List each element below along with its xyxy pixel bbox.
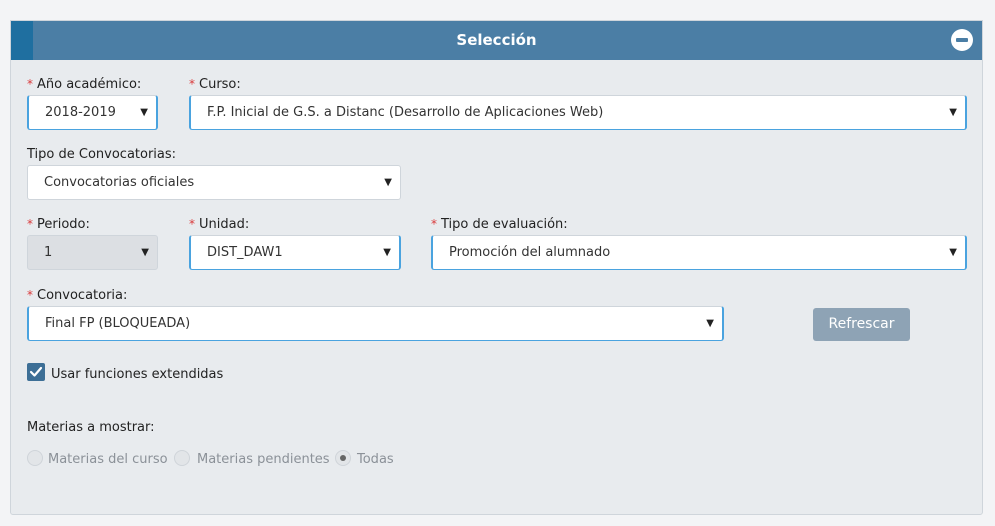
required-marker: * xyxy=(189,77,195,91)
chevron-down-icon: ▼ xyxy=(949,247,957,258)
check-icon xyxy=(29,366,43,377)
panel-title: Selección xyxy=(456,31,537,49)
anio-select[interactable]: 2018-2019 ▼ xyxy=(27,95,158,130)
unidad-value: DIST_DAW1 xyxy=(207,245,283,260)
curso-label: * Curso: xyxy=(189,77,241,92)
periodo-value: 1 xyxy=(44,245,53,260)
radio-materias-curso-label: Materias del curso xyxy=(48,452,168,467)
extended-functions-checkbox[interactable] xyxy=(27,363,45,381)
chevron-down-icon: ▼ xyxy=(141,247,149,258)
curso-value: F.P. Inicial de G.S. a Distanc (Desarrol… xyxy=(207,105,604,120)
required-marker: * xyxy=(27,217,33,231)
curso-select[interactable]: F.P. Inicial de G.S. a Distanc (Desarrol… xyxy=(189,95,967,130)
radio-todas[interactable] xyxy=(335,450,351,466)
radio-materias-pendientes-label: Materias pendientes xyxy=(197,452,330,467)
convocatoria-value: Final FP (BLOQUEADA) xyxy=(45,316,191,331)
radio-todas-label: Todas xyxy=(357,452,394,467)
tipo-convocatorias-label-text: Tipo de Convocatorias: xyxy=(27,147,177,162)
periodo-select: 1 ▼ xyxy=(27,235,158,270)
unidad-label: * Unidad: xyxy=(189,217,249,232)
periodo-label: * Periodo: xyxy=(27,217,90,232)
chevron-down-icon: ▼ xyxy=(383,247,391,258)
curso-label-text: Curso: xyxy=(199,77,241,92)
anio-label: * Año académico: xyxy=(27,77,141,92)
chevron-down-icon: ▼ xyxy=(140,107,148,118)
unidad-label-text: Unidad: xyxy=(199,217,250,232)
refresh-button[interactable]: Refrescar xyxy=(813,308,910,341)
radio-materias-pendientes[interactable] xyxy=(174,450,190,466)
unidad-select[interactable]: DIST_DAW1 ▼ xyxy=(189,235,401,270)
selection-panel: Selección * Año académico: 2018-2019 ▼ * C… xyxy=(10,20,983,515)
tipo-convocatorias-label: Tipo de Convocatorias: xyxy=(27,147,176,162)
tipo-convocatorias-select[interactable]: Convocatorias oficiales ▼ xyxy=(27,165,401,200)
chevron-down-icon: ▼ xyxy=(384,177,392,188)
tipo-evaluacion-value: Promoción del alumnado xyxy=(449,245,611,260)
required-marker: * xyxy=(189,217,195,231)
materias-label: Materias a mostrar: xyxy=(27,420,155,435)
required-marker: * xyxy=(431,217,437,231)
convocatoria-label-text: Convocatoria: xyxy=(37,288,128,303)
anio-label-text: Año académico: xyxy=(37,77,142,92)
convocatoria-label: * Convocatoria: xyxy=(27,288,127,303)
tipo-convocatorias-value: Convocatorias oficiales xyxy=(44,175,195,190)
required-marker: * xyxy=(27,288,33,302)
required-marker: * xyxy=(27,77,33,91)
tipo-evaluacion-label-text: Tipo de evaluación: xyxy=(441,217,568,232)
tipo-evaluacion-select[interactable]: Promoción del alumnado ▼ xyxy=(431,235,967,270)
chevron-down-icon: ▼ xyxy=(706,318,714,329)
collapse-icon[interactable] xyxy=(951,29,973,51)
convocatoria-select[interactable]: Final FP (BLOQUEADA) ▼ xyxy=(27,306,724,341)
chevron-down-icon: ▼ xyxy=(949,107,957,118)
extended-functions-label: Usar funciones extendidas xyxy=(51,367,224,382)
tipo-evaluacion-label: * Tipo de evaluación: xyxy=(431,217,568,232)
anio-value: 2018-2019 xyxy=(45,105,116,120)
radio-materias-curso[interactable] xyxy=(27,450,43,466)
periodo-label-text: Periodo: xyxy=(37,217,90,232)
